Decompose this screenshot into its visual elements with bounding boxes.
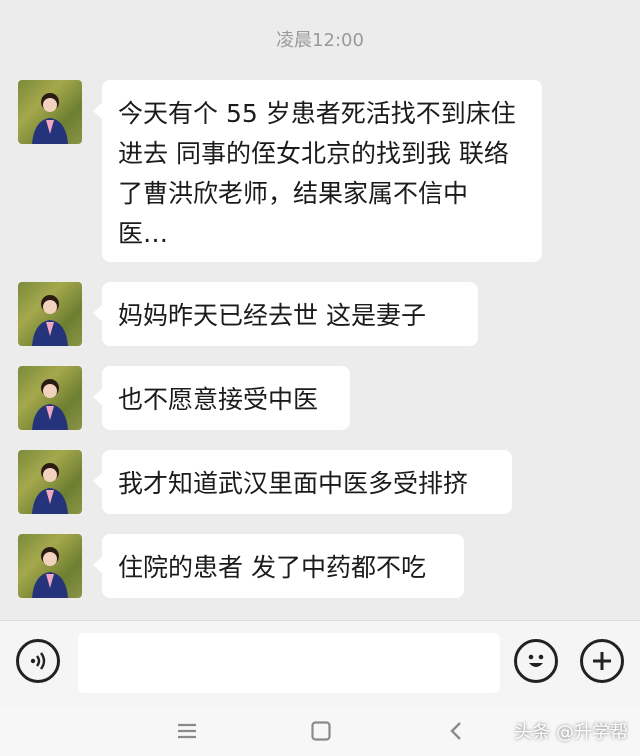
- home-square-icon: [311, 721, 331, 741]
- avatar-person-icon: [32, 295, 68, 346]
- message-text-line: 也不愿意接受中医: [118, 385, 319, 414]
- avatar[interactable]: [18, 80, 82, 144]
- more-options-button[interactable]: [580, 639, 624, 683]
- message-bubble[interactable]: 我才知道武汉里面中医多受排挤: [93, 450, 512, 514]
- menu-icon: [178, 723, 196, 739]
- home-button[interactable]: [310, 720, 332, 746]
- voice-input-button[interactable]: [16, 639, 60, 683]
- message-text-line: 了曹洪欣老师，结果家属不信中: [118, 179, 469, 208]
- avatar-person-icon: [32, 93, 68, 144]
- voice-input-icon: [30, 652, 46, 670]
- back-button[interactable]: [446, 720, 468, 746]
- message-input[interactable]: [78, 633, 500, 693]
- message-text-line: 医…: [118, 219, 169, 248]
- message-text-line: 妈妈昨天已经去世 这是妻子: [118, 301, 426, 330]
- avatar[interactable]: [18, 366, 82, 430]
- menu-button[interactable]: [176, 720, 198, 746]
- back-chevron-icon: [450, 722, 461, 740]
- avatar-person-icon: [32, 463, 68, 514]
- avatar[interactable]: [18, 534, 82, 598]
- message-bubble[interactable]: 也不愿意接受中医: [93, 366, 350, 430]
- message-bubble[interactable]: 住院的患者 发了中药都不吃: [93, 534, 464, 598]
- message-text-line: 我才知道武汉里面中医多受排挤: [118, 469, 469, 498]
- chat-timestamp: 凌晨12:00: [276, 30, 364, 51]
- message-text-line: 今天有个 55 岁患者死活找不到床住: [118, 99, 516, 128]
- avatar-person-icon: [32, 547, 68, 598]
- plus-icon: [593, 652, 611, 670]
- emoji-button[interactable]: [514, 639, 558, 683]
- chat-input-bar: [0, 620, 640, 707]
- message-text-line: 住院的患者 发了中药都不吃: [118, 553, 426, 582]
- message-text-line: 进去 同事的侄女北京的找到我 联络: [118, 139, 509, 168]
- message-bubble[interactable]: 今天有个 55 岁患者死活找不到床住 进去 同事的侄女北京的找到我 联络 了曹洪…: [93, 80, 542, 262]
- avatar-person-icon: [32, 379, 68, 430]
- watermark: 头条 @升学帮: [514, 722, 628, 743]
- avatar[interactable]: [18, 450, 82, 514]
- emoji-icon: [528, 654, 544, 667]
- avatar[interactable]: [18, 282, 82, 346]
- message-bubble[interactable]: 妈妈昨天已经去世 这是妻子: [93, 282, 478, 346]
